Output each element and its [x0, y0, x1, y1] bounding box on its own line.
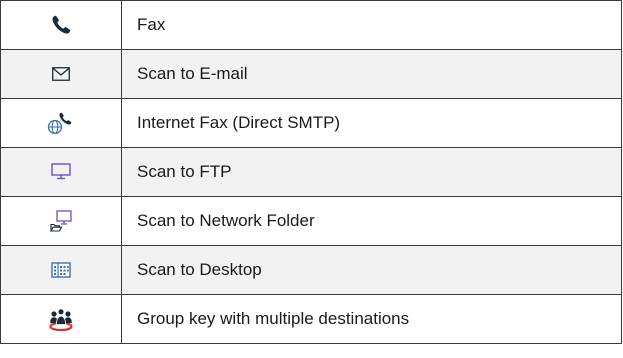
row-label: Scan to Network Folder [121, 196, 622, 246]
monitor-icon [51, 163, 71, 180]
table-row: Scan to Desktop [0, 245, 622, 295]
row-label: Fax [121, 0, 622, 50]
table-row: Scan to E-mail [0, 49, 622, 99]
table-row: Internet Fax (Direct SMTP) [0, 98, 622, 148]
row-label: Group key with multiple destinations [121, 294, 622, 344]
row-label: Internet Fax (Direct SMTP) [121, 98, 622, 148]
icon-cell [0, 245, 122, 295]
globe-phone-icon [47, 111, 75, 135]
table-row: Scan to FTP [0, 147, 622, 197]
destination-icon-table: Fax Scan to E-mail Internet Fax (Direct … [0, 0, 622, 344]
row-label: Scan to Desktop [121, 245, 622, 295]
icon-cell [0, 147, 122, 197]
desktop-grid-icon [51, 262, 71, 278]
envelope-icon [52, 66, 70, 81]
monitor-folder-icon [50, 210, 72, 232]
icon-cell [0, 49, 122, 99]
icon-cell [0, 98, 122, 148]
table-row: Scan to Network Folder [0, 196, 622, 246]
row-label: Scan to E-mail [121, 49, 622, 99]
row-label: Scan to FTP [121, 147, 622, 197]
table-row: Fax [0, 0, 622, 50]
phone-icon [50, 14, 72, 36]
table-row: Group key with multiple destinations [0, 294, 622, 344]
icon-cell [0, 0, 122, 50]
icon-cell [0, 294, 122, 344]
icon-cell [0, 196, 122, 246]
group-icon [48, 307, 74, 331]
